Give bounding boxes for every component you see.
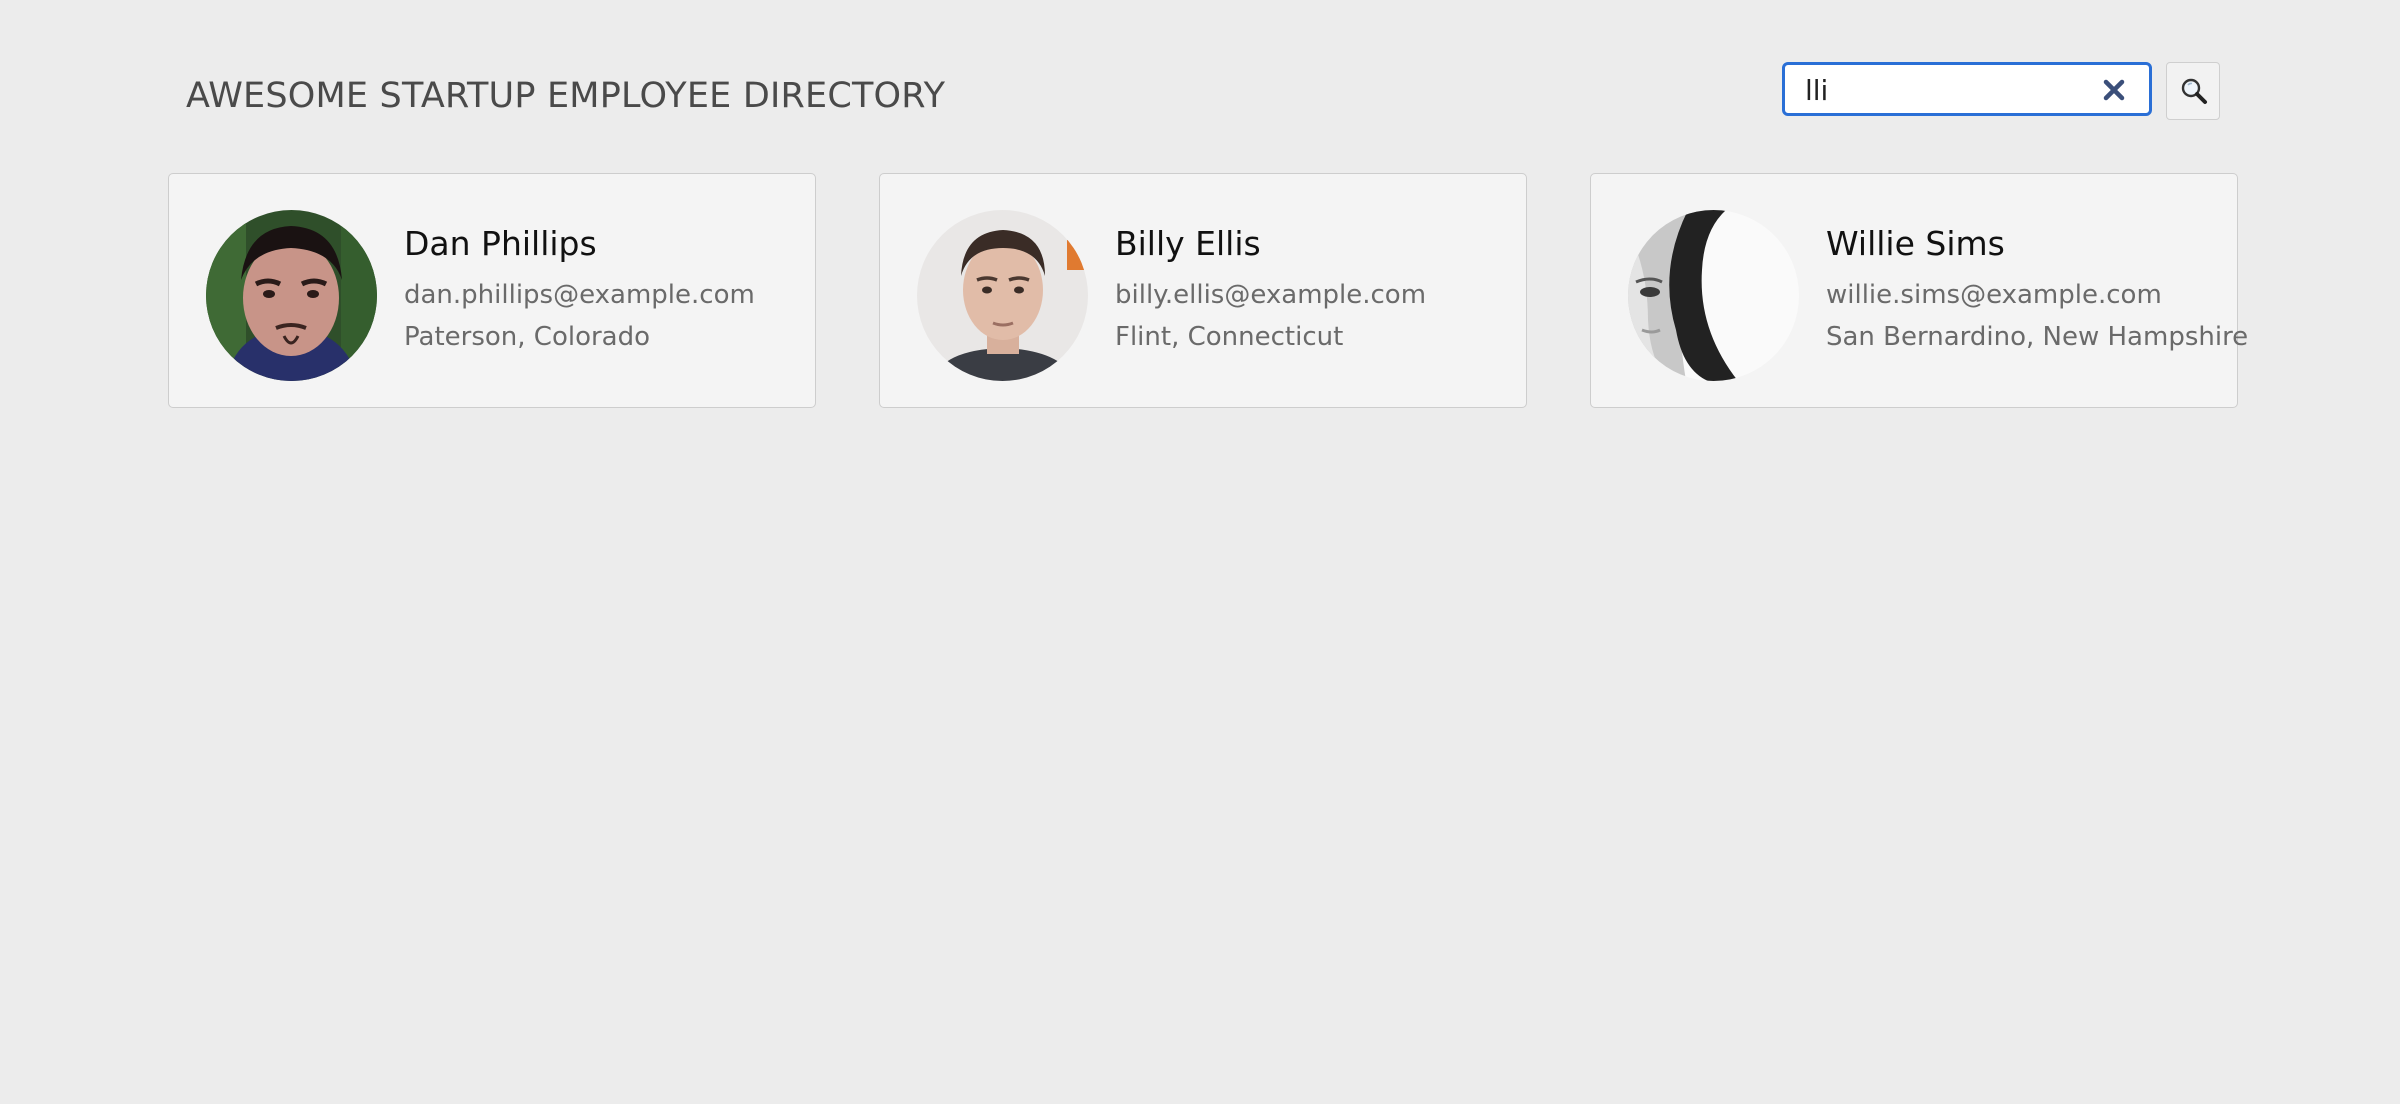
employee-location: San Bernardino, New Hampshire	[1826, 322, 2249, 352]
employee-info: Willie Sims willie.sims@example.com San …	[1826, 224, 2249, 362]
employee-card[interactable]: Willie Sims willie.sims@example.com San …	[1590, 173, 2249, 408]
employee-card[interactable]: Dan Phillips dan.phillips@example.com Pa…	[168, 173, 816, 408]
employee-email: dan.phillips@example.com	[404, 280, 755, 310]
search-button[interactable]	[2166, 62, 2220, 120]
employee-name: Dan Phillips	[404, 224, 597, 263]
employee-card[interactable]: Billy Ellis billy.ellis@example.com Flin…	[879, 173, 1527, 408]
employee-gallery: Dan Phillips dan.phillips@example.com Pa…	[168, 173, 2249, 409]
employee-email: billy.ellis@example.com	[1115, 280, 1427, 310]
avatar	[917, 210, 1088, 381]
avatar	[1628, 210, 1799, 381]
avatar	[206, 210, 377, 381]
employee-name: Billy Ellis	[1115, 224, 1261, 263]
search-field[interactable]	[1782, 62, 2152, 116]
employee-info: Billy Ellis billy.ellis@example.com Flin…	[1115, 224, 1515, 362]
employee-location: Paterson, Colorado	[404, 322, 651, 352]
close-icon[interactable]	[2101, 77, 2127, 103]
employee-name: Willie Sims	[1826, 224, 2005, 263]
employee-info: Dan Phillips dan.phillips@example.com Pa…	[404, 224, 804, 362]
page-title: AWESOME STARTUP EMPLOYEE DIRECTORY	[186, 76, 946, 116]
employee-email: willie.sims@example.com	[1826, 280, 2162, 310]
search-input[interactable]	[1805, 71, 2085, 109]
search-form	[1782, 62, 2220, 122]
header: AWESOME STARTUP EMPLOYEE DIRECTORY	[0, 0, 2400, 170]
employee-location: Flint, Connecticut	[1115, 322, 1344, 352]
